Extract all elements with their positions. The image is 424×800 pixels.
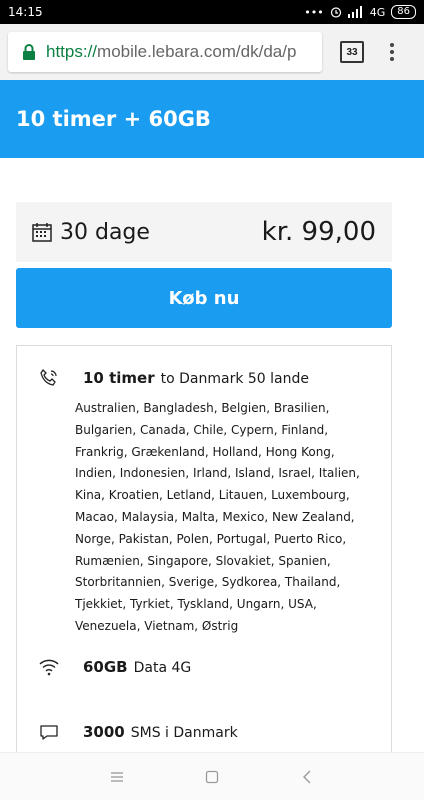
home-square-icon[interactable] <box>198 763 226 791</box>
calls-feature: 10 timer to Danmark 50 lande <box>39 368 309 388</box>
data-feature: 60GB Data 4G <box>39 658 191 676</box>
status-bar: 14:15 ••• 4G 86 <box>0 0 424 24</box>
calendar-icon <box>32 223 52 242</box>
country-list: Australien, Bangladesh, Belgien, Brasili… <box>75 401 360 633</box>
calls-title: 10 timer to Danmark 50 lande <box>83 369 309 387</box>
url-path: mobile.lebara.com/dk/da/p <box>97 42 297 61</box>
status-time: 14:15 <box>8 5 43 19</box>
status-icons: ••• 4G 86 <box>304 5 416 19</box>
data-title: 60GB Data 4G <box>83 658 191 676</box>
duration-label: 30 dage <box>60 219 150 245</box>
signal-icon <box>347 6 362 18</box>
buy-now-button[interactable]: Køb nu <box>16 268 392 328</box>
wifi-icon <box>39 659 59 676</box>
calls-description: to Danmark 50 lande <box>160 371 309 387</box>
data-description: Data 4G <box>133 660 192 676</box>
phone-icon <box>40 368 57 386</box>
data-amount: 60GB <box>83 658 128 676</box>
tab-switcher-button[interactable]: 33 <box>340 41 364 63</box>
sms-description: SMS i Danmark <box>130 725 238 741</box>
plan-header: 10 timer + 60GB <box>0 80 424 158</box>
url-text: https://mobile.lebara.com/dk/da/p <box>46 42 296 62</box>
battery-level: 86 <box>391 5 416 19</box>
plan-duration: 30 dage <box>32 220 150 245</box>
notification-dots: ••• <box>304 5 324 19</box>
url-scheme: https:// <box>46 42 98 61</box>
alarm-icon <box>330 7 341 18</box>
system-navigation-bar <box>0 752 424 800</box>
network-type: 4G <box>369 5 386 19</box>
plan-details: 10 timer to Danmark 50 lande Australien, … <box>16 345 392 765</box>
sms-amount: 3000 <box>83 723 125 741</box>
chat-bubble-icon <box>40 725 58 740</box>
price-summary: 30 dage kr. 99,00 <box>16 202 392 262</box>
plan-price: kr. 99,00 <box>261 217 376 247</box>
address-bar[interactable]: https://mobile.lebara.com/dk/da/p <box>8 32 322 72</box>
lock-icon <box>23 44 35 60</box>
page-title: 10 timer + 60GB <box>16 107 211 131</box>
browser-menu-button[interactable] <box>390 43 394 61</box>
sms-feature: 3000 SMS i Danmark <box>39 723 238 741</box>
menu-icon[interactable] <box>103 763 131 791</box>
browser-toolbar: https://mobile.lebara.com/dk/da/p 33 <box>0 24 424 80</box>
back-icon[interactable] <box>293 763 321 791</box>
sms-title: 3000 SMS i Danmark <box>83 723 238 741</box>
calls-amount: 10 timer <box>83 369 155 387</box>
